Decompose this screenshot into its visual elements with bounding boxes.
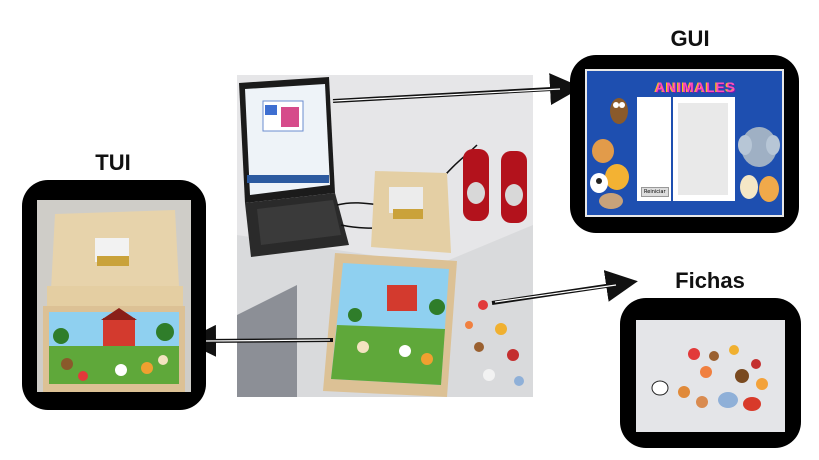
fichas-label: Fichas bbox=[675, 268, 745, 293]
reiniciar-button[interactable]: Reiniciar bbox=[641, 187, 669, 197]
tokens-icon bbox=[636, 320, 785, 432]
gui-animals-left-icon bbox=[590, 98, 629, 209]
gui-animals-right-icon bbox=[738, 127, 780, 202]
gui-label: GUI bbox=[670, 26, 710, 51]
gui-canvas-right bbox=[673, 97, 735, 201]
gui-screen: ANIMALES Reiniciar bbox=[585, 69, 784, 217]
tui-photo bbox=[37, 200, 191, 392]
gui-canvas-left bbox=[637, 97, 671, 201]
gui-frame: ANIMALES Reiniciar bbox=[570, 55, 799, 233]
puzzle-board-icon bbox=[37, 200, 191, 392]
fichas-frame bbox=[620, 298, 801, 448]
tui-label: TUI bbox=[95, 150, 131, 175]
gui-title: ANIMALES bbox=[655, 79, 737, 95]
tui-frame bbox=[22, 180, 206, 410]
fichas-photo bbox=[636, 320, 785, 432]
